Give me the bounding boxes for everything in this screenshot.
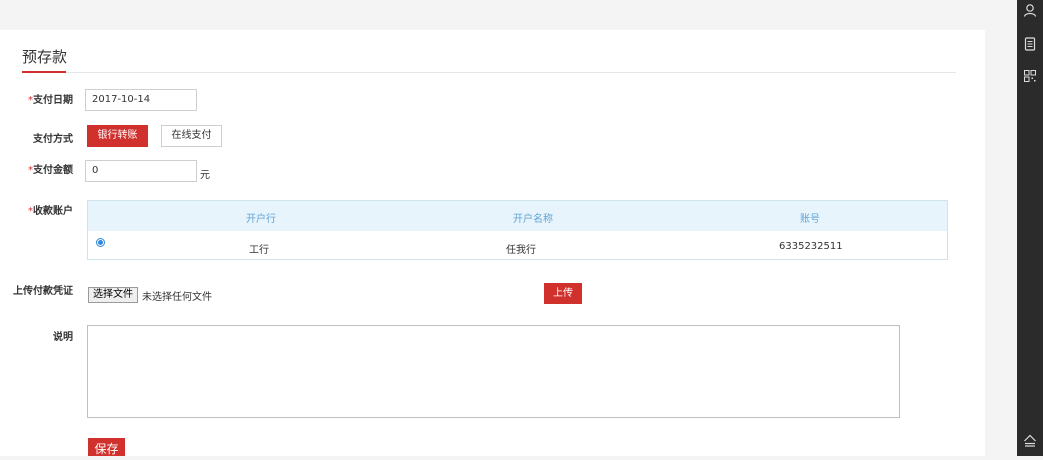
amount-input[interactable]: 0: [85, 160, 197, 182]
cell-account-number: 6335232511: [779, 241, 843, 252]
column-header-account-number: 账号: [800, 214, 820, 225]
bank-transfer-button[interactable]: 银行转账: [87, 125, 148, 147]
account-table-header: 开户行 开户名称 账号: [88, 201, 947, 231]
column-header-bank: 开户行: [246, 214, 276, 225]
amount-label-text: 支付金额: [33, 165, 73, 176]
right-sidebar: [1017, 0, 1043, 456]
page-title: 预存款: [22, 48, 68, 66]
method-label: 支付方式: [33, 134, 73, 145]
choose-file-button[interactable]: 选择文件: [88, 287, 138, 303]
upload-button[interactable]: 上传: [544, 283, 582, 304]
title-underline: [22, 71, 66, 73]
column-header-account-name: 开户名称: [513, 214, 553, 225]
user-icon[interactable]: [1023, 3, 1037, 17]
note-label: 说明: [53, 332, 73, 343]
title-divider: [22, 72, 956, 73]
file-status-text: 未选择任何文件: [142, 292, 212, 303]
amount-unit: 元: [200, 170, 210, 181]
account-radio[interactable]: [96, 238, 105, 247]
cell-account-name: 任我行: [506, 245, 536, 256]
save-button[interactable]: 保存: [88, 438, 125, 456]
account-table: 开户行 开户名称 账号 工行 任我行 6335232511: [87, 200, 948, 260]
document-icon[interactable]: [1023, 37, 1037, 51]
back-to-top-icon[interactable]: [1023, 433, 1037, 447]
qrcode-icon[interactable]: [1023, 69, 1037, 83]
account-label-text: 收款账户: [33, 206, 73, 217]
date-label: *支付日期: [26, 91, 73, 106]
account-label: *收款账户: [26, 202, 73, 217]
date-input[interactable]: 2017-10-14: [85, 89, 197, 111]
online-payment-button[interactable]: 在线支付: [161, 125, 222, 147]
amount-label: *支付金额: [26, 161, 73, 176]
upload-label: 上传付款凭证: [13, 286, 73, 297]
note-textarea[interactable]: [87, 325, 900, 418]
cell-bank: 工行: [249, 245, 269, 256]
date-label-text: 支付日期: [33, 95, 73, 106]
